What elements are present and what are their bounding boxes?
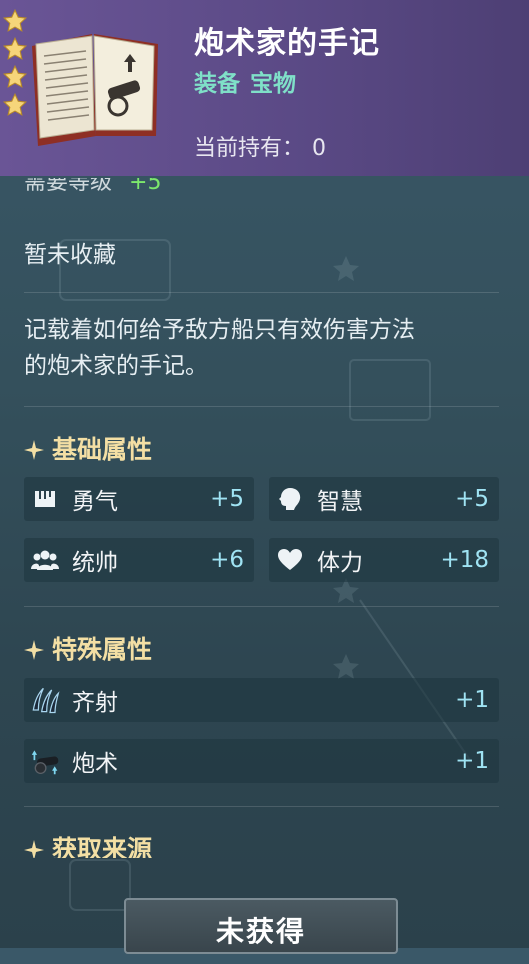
divider xyxy=(24,292,499,293)
item-title: 炮术家的手记 xyxy=(194,26,380,61)
stat-value: +18 xyxy=(440,547,489,573)
section-title-text: 获取来源 xyxy=(52,835,153,858)
stat-stamina: 体力 +18 xyxy=(269,538,499,582)
not-obtained-button[interactable]: 未获得 xyxy=(124,898,398,954)
stat-value: +1 xyxy=(455,687,489,713)
sparkle-icon xyxy=(24,440,44,460)
collection-status: 暂未收藏 xyxy=(24,242,116,268)
courage-icon xyxy=(30,484,60,514)
leadership-icon xyxy=(30,545,60,575)
stat-label: 勇气 xyxy=(72,489,118,515)
owned-count: 当前持有： 0 xyxy=(194,130,326,162)
cannon-icon xyxy=(30,746,60,776)
stat-value: +1 xyxy=(455,748,489,774)
stat-label: 统帅 xyxy=(72,550,118,576)
stat-volley: 齐射 +1 xyxy=(24,678,499,722)
description-line: 记载着如何给予敌方船只有效伤害方法 xyxy=(24,317,415,343)
section-title-source: 获取来源 xyxy=(24,830,152,858)
wisdom-icon xyxy=(275,484,305,514)
sparkle-icon xyxy=(24,840,44,858)
stat-value: +5 xyxy=(210,486,244,512)
stat-label: 炮术 xyxy=(72,751,118,777)
heart-icon xyxy=(275,545,305,575)
owned-label: 当前持有： xyxy=(194,136,305,161)
stat-gunnery: 炮术 +1 xyxy=(24,739,499,783)
section-title-text: 特殊属性 xyxy=(52,635,153,664)
stat-wisdom: 智慧 +5 xyxy=(269,477,499,521)
stat-label: 体力 xyxy=(317,550,363,576)
divider xyxy=(24,806,499,807)
stat-label: 齐射 xyxy=(72,690,118,716)
stat-label: 智慧 xyxy=(317,489,363,515)
stat-courage: 勇气 +5 xyxy=(24,477,254,521)
sparkle-icon xyxy=(24,640,44,660)
divider xyxy=(24,606,499,607)
stat-value: +6 xyxy=(210,547,244,573)
item-type-tag: 装备 xyxy=(194,71,240,97)
item-type-tags: 装备 宝物 xyxy=(194,64,296,98)
item-header: 炮术家的手记 装备 宝物 当前持有： 0 xyxy=(0,0,529,176)
stat-value: +5 xyxy=(455,486,489,512)
section-title-special: 特殊属性 xyxy=(24,630,152,666)
section-title-text: 基础属性 xyxy=(52,435,153,464)
book-icon xyxy=(32,34,158,146)
divider xyxy=(24,406,499,407)
stat-leadership: 统帅 +6 xyxy=(24,538,254,582)
owned-value: 0 xyxy=(312,136,327,161)
section-title-basic: 基础属性 xyxy=(24,430,152,466)
volley-icon xyxy=(30,685,60,715)
item-type-tag: 宝物 xyxy=(250,71,296,97)
description-line: 的炮术家的手记。 xyxy=(24,353,208,379)
